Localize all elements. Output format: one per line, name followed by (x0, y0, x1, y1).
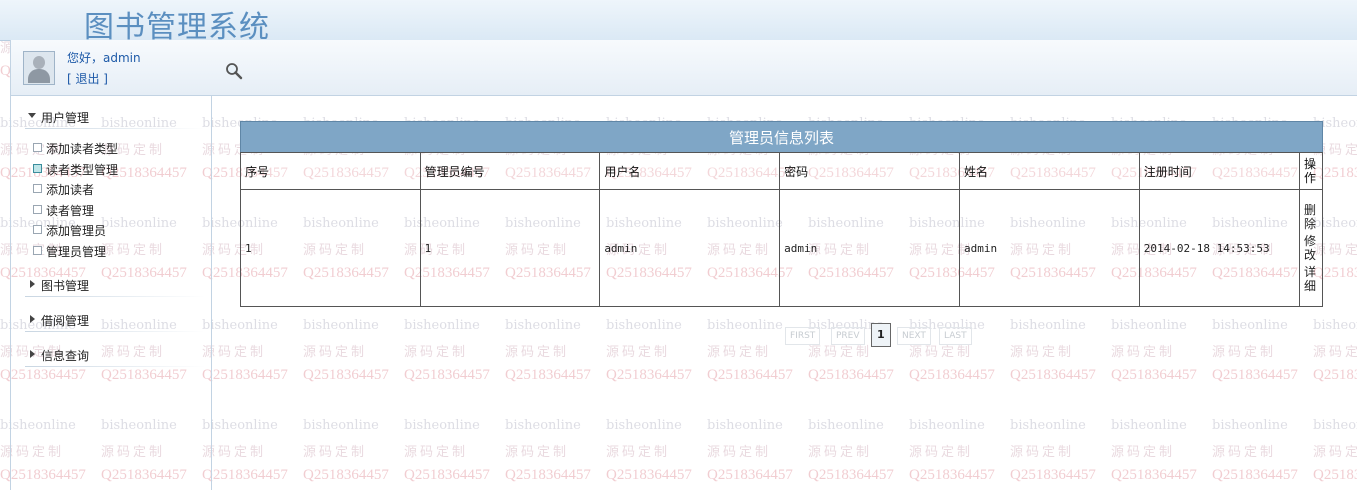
table-cell: admin (958, 189, 1140, 307)
sidebar-item-label: 添加读者 (46, 183, 95, 197)
table-cell: 1 (240, 189, 421, 307)
chevron-right-icon (30, 280, 35, 288)
sidebar-item-label: 读者类型管理 (46, 163, 119, 177)
sidebar-item-label: 读者管理 (46, 204, 95, 218)
column-header: 序号 (240, 152, 421, 190)
toolbar (211, 40, 1357, 96)
table-header-row: 序号 管理员编号 用户名 密码 姓名 注册时间 操作 (240, 152, 1324, 190)
menu-label: 图书管理 (41, 279, 90, 293)
column-header: 姓名 (958, 152, 1140, 190)
bullet-icon (33, 184, 42, 193)
bullet-icon (33, 225, 42, 234)
menu-label: 借阅管理 (41, 314, 90, 328)
menu-book-management[interactable]: 图书管理 (11, 274, 211, 297)
pager-last-button[interactable]: LAST (939, 327, 972, 345)
table-cell: admin (599, 189, 781, 307)
table-caption: 管理员信息列表 (240, 121, 1323, 152)
menu-user-management[interactable]: 用户管理 (11, 106, 211, 129)
bullet-icon (33, 164, 42, 173)
bullet-icon (33, 205, 42, 214)
column-header: 注册时间 (1138, 152, 1300, 190)
user-greeting: 您好，admin (67, 51, 141, 65)
table-cell: 2014-02-18 14:53:53 (1138, 189, 1300, 307)
logout-link[interactable]: [ 退出 ] (67, 70, 108, 87)
user-panel: 您好，admin [ 退出 ] (10, 40, 212, 96)
sidebar-item-label: 管理员管理 (46, 245, 107, 259)
pager-current-page[interactable]: 1 (871, 323, 891, 347)
column-header: 密码 (779, 152, 960, 190)
main-content: 管理员信息列表 序号 管理员编号 用户名 密码 姓名 注册时间 操作 1 1 a… (211, 96, 1357, 490)
pager-next-button[interactable]: NEXT (897, 327, 931, 345)
edit-link[interactable]: 修改 (1304, 234, 1318, 262)
menu-label: 信息查询 (41, 349, 90, 363)
avatar-icon (23, 51, 55, 85)
chevron-right-icon (30, 315, 35, 323)
chevron-right-icon (30, 350, 35, 358)
header-bar: 图书管理系统 (0, 0, 1357, 45)
detail-link[interactable]: 详细 (1304, 265, 1318, 293)
column-header: 用户名 (599, 152, 781, 190)
pager-first-button[interactable]: FIRST (785, 327, 821, 345)
menu-label: 用户管理 (41, 111, 90, 125)
sidebar-item-label: 添加读者类型 (46, 142, 119, 156)
table-cell-actions: 删除 修改 详细 (1298, 189, 1324, 307)
column-header: 操作 (1298, 152, 1324, 190)
menu-info-query[interactable]: 信息查询 (11, 344, 211, 367)
admin-table: 管理员信息列表 序号 管理员编号 用户名 密码 姓名 注册时间 操作 1 1 a… (240, 121, 1324, 307)
column-header: 管理员编号 (419, 152, 601, 190)
bullet-icon (33, 246, 42, 255)
sidebar-item-label: 添加管理员 (46, 224, 107, 238)
search-icon[interactable] (225, 62, 243, 80)
chevron-down-icon (28, 113, 36, 118)
table-row: 1 1 admin admin admin 2014-02-18 14:53:5… (240, 189, 1324, 307)
bullet-icon (33, 143, 42, 152)
table-cell: admin (779, 189, 960, 307)
table-cell: 1 (419, 189, 601, 307)
menu-borrow-management[interactable]: 借阅管理 (11, 309, 211, 332)
pager-prev-button[interactable]: PREV (831, 327, 865, 345)
delete-link[interactable]: 删除 (1304, 203, 1318, 231)
sidebar: 用户管理 添加读者类型 读者类型管理 添加读者 读者管理 添加管理员 管理员管理… (10, 96, 212, 490)
